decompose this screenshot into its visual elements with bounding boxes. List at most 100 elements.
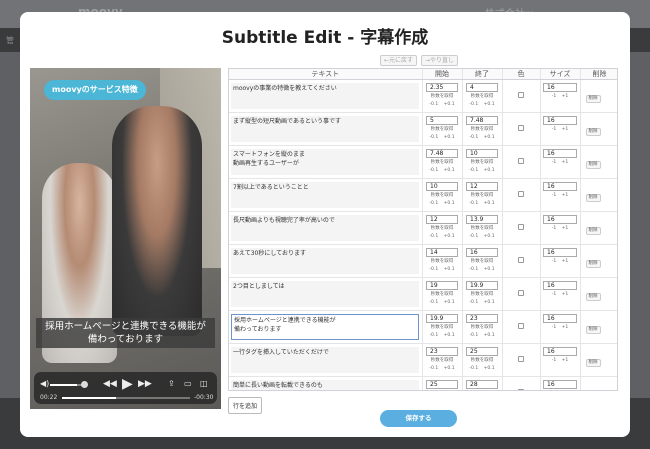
get-start-time-button[interactable]: 秒数を取得 xyxy=(423,259,462,264)
add-row-button[interactable]: 行を追加 xyxy=(228,397,263,414)
size-minus-button[interactable]: -1 xyxy=(552,127,557,132)
volume-knob[interactable] xyxy=(81,381,88,388)
save-button[interactable]: 保存する xyxy=(380,410,457,427)
pip-icon[interactable]: ◫ xyxy=(200,380,208,388)
airplay-icon[interactable]: ▭ xyxy=(184,380,192,388)
start-time-input[interactable]: 2.35 xyxy=(426,83,458,92)
end-time-input[interactable]: 10 xyxy=(466,149,498,158)
size-minus-button[interactable]: -1 xyxy=(552,160,557,165)
get-end-time-button[interactable]: 秒数を取得 xyxy=(463,94,502,99)
start-plus-button[interactable]: +0.1 xyxy=(444,102,455,107)
end-time-input[interactable]: 28 xyxy=(466,380,498,389)
start-minus-button[interactable]: -0.1 xyxy=(429,102,438,107)
start-plus-button[interactable]: +0.1 xyxy=(444,300,455,305)
size-input[interactable]: 16 xyxy=(543,149,577,158)
color-checkbox[interactable] xyxy=(518,224,524,230)
undo-button[interactable]: ←元に戻す xyxy=(380,55,418,66)
start-plus-button[interactable]: +0.1 xyxy=(444,333,455,338)
start-plus-button[interactable]: +0.1 xyxy=(444,201,455,206)
color-checkbox[interactable] xyxy=(518,257,524,263)
size-plus-button[interactable]: +1 xyxy=(562,94,569,99)
size-minus-button[interactable]: -1 xyxy=(552,193,557,198)
start-time-input[interactable]: 19 xyxy=(426,281,458,290)
delete-row-button[interactable]: 削除 xyxy=(585,359,601,367)
subtitle-text-input[interactable]: スマートフォンを縦のまま 動画再生するユーザーが xyxy=(231,149,419,175)
size-plus-button[interactable]: +1 xyxy=(562,226,569,231)
start-time-input[interactable]: 14 xyxy=(426,248,458,257)
subtitle-text-input[interactable]: あえて30秒にしております xyxy=(231,248,419,274)
start-time-input[interactable]: 5 xyxy=(426,116,458,125)
get-end-time-button[interactable]: 秒数を取得 xyxy=(463,226,502,231)
redo-button[interactable]: →やり直し xyxy=(421,55,459,66)
end-time-input[interactable]: 7.48 xyxy=(466,116,498,125)
get-start-time-button[interactable]: 秒数を取得 xyxy=(423,325,462,330)
delete-row-button[interactable]: 削除 xyxy=(585,260,601,268)
end-minus-button[interactable]: -0.1 xyxy=(469,300,478,305)
start-time-input[interactable]: 23 xyxy=(426,347,458,356)
share-icon[interactable]: ⇪ xyxy=(168,380,175,388)
end-plus-button[interactable]: +0.1 xyxy=(484,267,495,272)
start-minus-button[interactable]: -0.1 xyxy=(429,333,438,338)
start-minus-button[interactable]: -0.1 xyxy=(429,135,438,140)
start-plus-button[interactable]: +0.1 xyxy=(444,234,455,239)
get-end-time-button[interactable]: 秒数を取得 xyxy=(463,292,502,297)
start-time-input[interactable]: 10 xyxy=(426,182,458,191)
end-minus-button[interactable]: -0.1 xyxy=(469,333,478,338)
subtitle-text-input[interactable]: 採用ホームページと連携できる機能が 備わっております xyxy=(231,314,419,340)
subtitle-text-input[interactable]: 7割以上であるということと xyxy=(231,182,419,208)
subtitle-text-input[interactable]: 長尺動画よりも視聴完了率が高いので xyxy=(231,215,419,241)
end-plus-button[interactable]: +0.1 xyxy=(484,168,495,173)
size-plus-button[interactable]: +1 xyxy=(562,358,569,363)
size-plus-button[interactable]: +1 xyxy=(562,193,569,198)
color-checkbox[interactable] xyxy=(518,158,524,164)
end-time-input[interactable]: 4 xyxy=(466,83,498,92)
start-plus-button[interactable]: +0.1 xyxy=(444,168,455,173)
end-minus-button[interactable]: -0.1 xyxy=(469,168,478,173)
size-plus-button[interactable]: +1 xyxy=(562,160,569,165)
volume-icon[interactable]: ◀) xyxy=(40,380,49,388)
end-minus-button[interactable]: -0.1 xyxy=(469,267,478,272)
get-start-time-button[interactable]: 秒数を取得 xyxy=(423,127,462,132)
subtitle-text-input[interactable]: 簡単に長い動画を転載できるのも 特徴となっております xyxy=(231,380,419,390)
size-input[interactable]: 16 xyxy=(543,347,577,356)
size-plus-button[interactable]: +1 xyxy=(562,325,569,330)
end-plus-button[interactable]: +0.1 xyxy=(484,201,495,206)
size-input[interactable]: 16 xyxy=(543,281,577,290)
start-plus-button[interactable]: +0.1 xyxy=(444,135,455,140)
size-input[interactable]: 16 xyxy=(543,182,577,191)
color-checkbox[interactable] xyxy=(518,356,524,362)
delete-row-button[interactable]: 削除 xyxy=(585,161,601,169)
get-end-time-button[interactable]: 秒数を取得 xyxy=(463,358,502,363)
volume-slider[interactable] xyxy=(50,384,84,386)
color-checkbox[interactable] xyxy=(518,290,524,296)
get-end-time-button[interactable]: 秒数を取得 xyxy=(463,325,502,330)
get-start-time-button[interactable]: 秒数を取得 xyxy=(423,358,462,363)
start-time-input[interactable]: 7.48 xyxy=(426,149,458,158)
get-end-time-button[interactable]: 秒数を取得 xyxy=(463,259,502,264)
play-icon[interactable]: ▶ xyxy=(122,377,133,391)
delete-row-button[interactable]: 削除 xyxy=(585,128,601,136)
start-plus-button[interactable]: +0.1 xyxy=(444,366,455,371)
size-plus-button[interactable]: +1 xyxy=(562,259,569,264)
start-minus-button[interactable]: -0.1 xyxy=(429,366,438,371)
size-input[interactable]: 16 xyxy=(543,248,577,257)
delete-row-button[interactable]: 削除 xyxy=(585,227,601,235)
start-minus-button[interactable]: -0.1 xyxy=(429,234,438,239)
fast-forward-icon[interactable]: ▶▶ xyxy=(138,380,152,389)
start-time-input[interactable]: 25 xyxy=(426,380,458,389)
subtitle-text-input[interactable]: 一行タグを挿入していただくだけで xyxy=(231,347,419,373)
get-end-time-button[interactable]: 秒数を取得 xyxy=(463,193,502,198)
delete-row-button[interactable]: 削除 xyxy=(585,194,601,202)
end-plus-button[interactable]: +0.1 xyxy=(484,135,495,140)
delete-row-button[interactable]: 削除 xyxy=(585,326,601,334)
end-plus-button[interactable]: +0.1 xyxy=(484,300,495,305)
get-start-time-button[interactable]: 秒数を取得 xyxy=(423,292,462,297)
get-start-time-button[interactable]: 秒数を取得 xyxy=(423,160,462,165)
get-start-time-button[interactable]: 秒数を取得 xyxy=(423,193,462,198)
get-end-time-button[interactable]: 秒数を取得 xyxy=(463,127,502,132)
start-minus-button[interactable]: -0.1 xyxy=(429,168,438,173)
size-input[interactable]: 16 xyxy=(543,83,577,92)
start-minus-button[interactable]: -0.1 xyxy=(429,300,438,305)
get-start-time-button[interactable]: 秒数を取得 xyxy=(423,94,462,99)
color-checkbox[interactable] xyxy=(518,389,524,390)
